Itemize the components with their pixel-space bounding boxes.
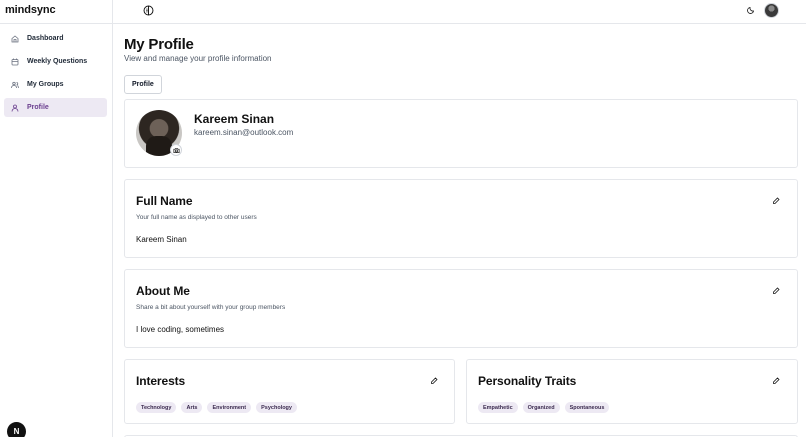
trait-tag: Empathetic xyxy=(478,402,518,413)
sidebar-item-label: Weekly Questions xyxy=(27,58,88,65)
section-title: About Me xyxy=(136,284,190,298)
divider xyxy=(0,23,113,24)
user-icon xyxy=(11,104,19,112)
tab-profile[interactable]: Profile xyxy=(124,75,162,94)
interest-tag: Arts xyxy=(181,402,203,413)
interest-tag: Environment xyxy=(207,402,252,413)
next-badge[interactable]: N xyxy=(7,422,26,437)
trait-tag: Organized xyxy=(522,402,560,413)
sidebar-toggle-button[interactable] xyxy=(142,4,154,16)
brand-logo[interactable]: mindsync xyxy=(5,4,56,16)
calendar-icon xyxy=(11,58,19,66)
sidebar-item-label: Dashboard xyxy=(27,35,64,42)
pencil-icon xyxy=(773,197,780,204)
full-name-value: Kareem Sinan xyxy=(136,235,187,244)
pencil-icon xyxy=(773,377,780,384)
sidebar-item-profile[interactable]: Profile xyxy=(4,98,107,117)
pencil-icon xyxy=(773,287,780,294)
sidebar-toggle-icon xyxy=(143,5,153,15)
section-title: Interests xyxy=(136,374,186,388)
sidebar-item-label: Profile xyxy=(27,104,49,111)
home-icon xyxy=(11,34,19,43)
edit-traits-button[interactable] xyxy=(771,376,781,386)
section-description: Your full name as displayed to other use… xyxy=(136,214,257,221)
interests-card: Interests Technology Arts Environment Ps… xyxy=(124,359,455,424)
page-title: My Profile xyxy=(124,36,194,53)
profile-email: kareem.sinan@outlook.com xyxy=(194,128,294,137)
about-me-value: I love coding, sometimes xyxy=(136,325,225,334)
moon-icon xyxy=(747,6,755,14)
sidebar-item-my-groups[interactable]: My Groups xyxy=(4,75,107,94)
edit-interests-button[interactable] xyxy=(429,376,439,386)
profile-name: Kareem Sinan xyxy=(194,112,275,126)
sidebar-item-weekly-questions[interactable]: Weekly Questions xyxy=(4,52,107,71)
theme-toggle-button[interactable] xyxy=(746,5,756,15)
users-icon xyxy=(11,81,19,89)
change-photo-button[interactable] xyxy=(170,144,182,156)
sidebar-item-label: My Groups xyxy=(27,81,64,88)
page-subtitle: View and manage your profile information xyxy=(124,54,272,63)
about-me-card: About Me Share a bit about yourself with… xyxy=(124,269,798,348)
trait-tags: Empathetic Organized Spontaneous xyxy=(478,402,610,413)
sidebar: mindsync Dashboard Weekly Questions My G… xyxy=(0,0,113,437)
pencil-icon xyxy=(431,377,438,384)
interest-tag: Technology xyxy=(136,402,177,413)
personality-traits-card: Personality Traits Empathetic Organized … xyxy=(466,359,798,424)
full-name-card: Full Name Your full name as displayed to… xyxy=(124,179,798,258)
camera-icon xyxy=(173,147,179,153)
main-content: My Profile View and manage your profile … xyxy=(124,24,799,437)
edit-full-name-button[interactable] xyxy=(771,196,781,206)
profile-header-card: Kareem Sinan kareem.sinan@outlook.com xyxy=(124,99,798,168)
sidebar-nav: Dashboard Weekly Questions My Groups Pro… xyxy=(4,29,107,121)
section-title: Full Name xyxy=(136,194,193,208)
section-title: Personality Traits xyxy=(478,374,577,388)
interest-tag: Psychology xyxy=(256,402,297,413)
interest-tags: Technology Arts Environment Psychology xyxy=(136,402,297,413)
section-description: Share a bit about yourself with your gro… xyxy=(136,304,286,311)
edit-about-me-button[interactable] xyxy=(771,286,781,296)
sidebar-item-dashboard[interactable]: Dashboard xyxy=(4,29,107,48)
user-avatar[interactable] xyxy=(764,3,779,18)
top-bar xyxy=(113,0,806,24)
trait-tag: Spontaneous xyxy=(564,402,610,413)
